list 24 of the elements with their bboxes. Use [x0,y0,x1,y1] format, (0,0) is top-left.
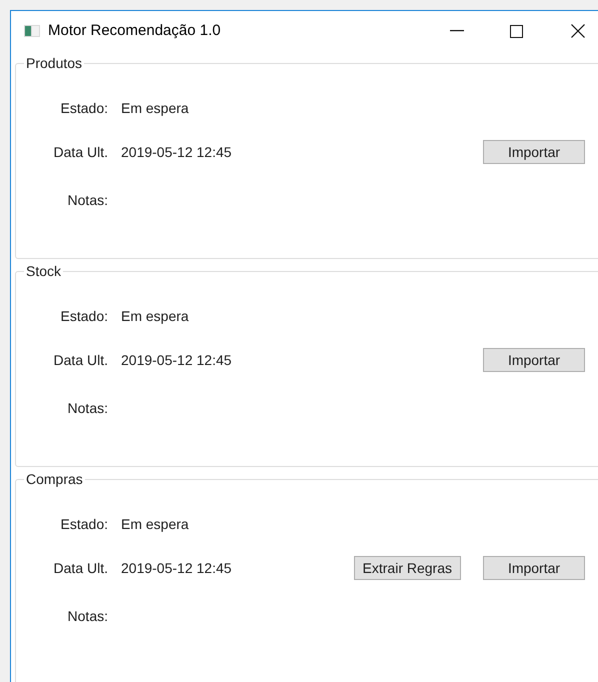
field-label: Estado: [60,98,108,118]
close-icon[interactable] [571,24,585,38]
field-label: Data Ult. [52,350,108,370]
import-button[interactable]: Importar [483,348,585,372]
field-label: Estado: [60,306,108,326]
field-value: Em espera [121,306,189,326]
field-label: Data Ult. [52,558,108,578]
import-button[interactable]: Importar [483,556,585,580]
field-value: Em espera [121,514,189,534]
field-value: 2019-05-12 12:45 [121,558,232,578]
field-label: Notas: [66,398,108,418]
field-label: Notas: [66,606,108,626]
window-title: Motor Recomendação 1.0 [48,20,221,41]
minimize-icon[interactable] [450,30,464,32]
maximize-icon[interactable] [510,24,523,38]
field-label: Notas: [66,190,108,210]
field-label: Data Ult. [52,142,108,162]
import-button[interactable]: Importar [483,140,585,164]
field-value: 2019-05-12 12:45 [121,142,232,162]
field-value: Em espera [121,98,189,118]
field-value: 2019-05-12 12:45 [121,350,232,370]
field-label: Estado: [60,514,108,534]
app-icon [24,25,40,37]
import-button[interactable]: Extrair Regras [354,556,461,580]
